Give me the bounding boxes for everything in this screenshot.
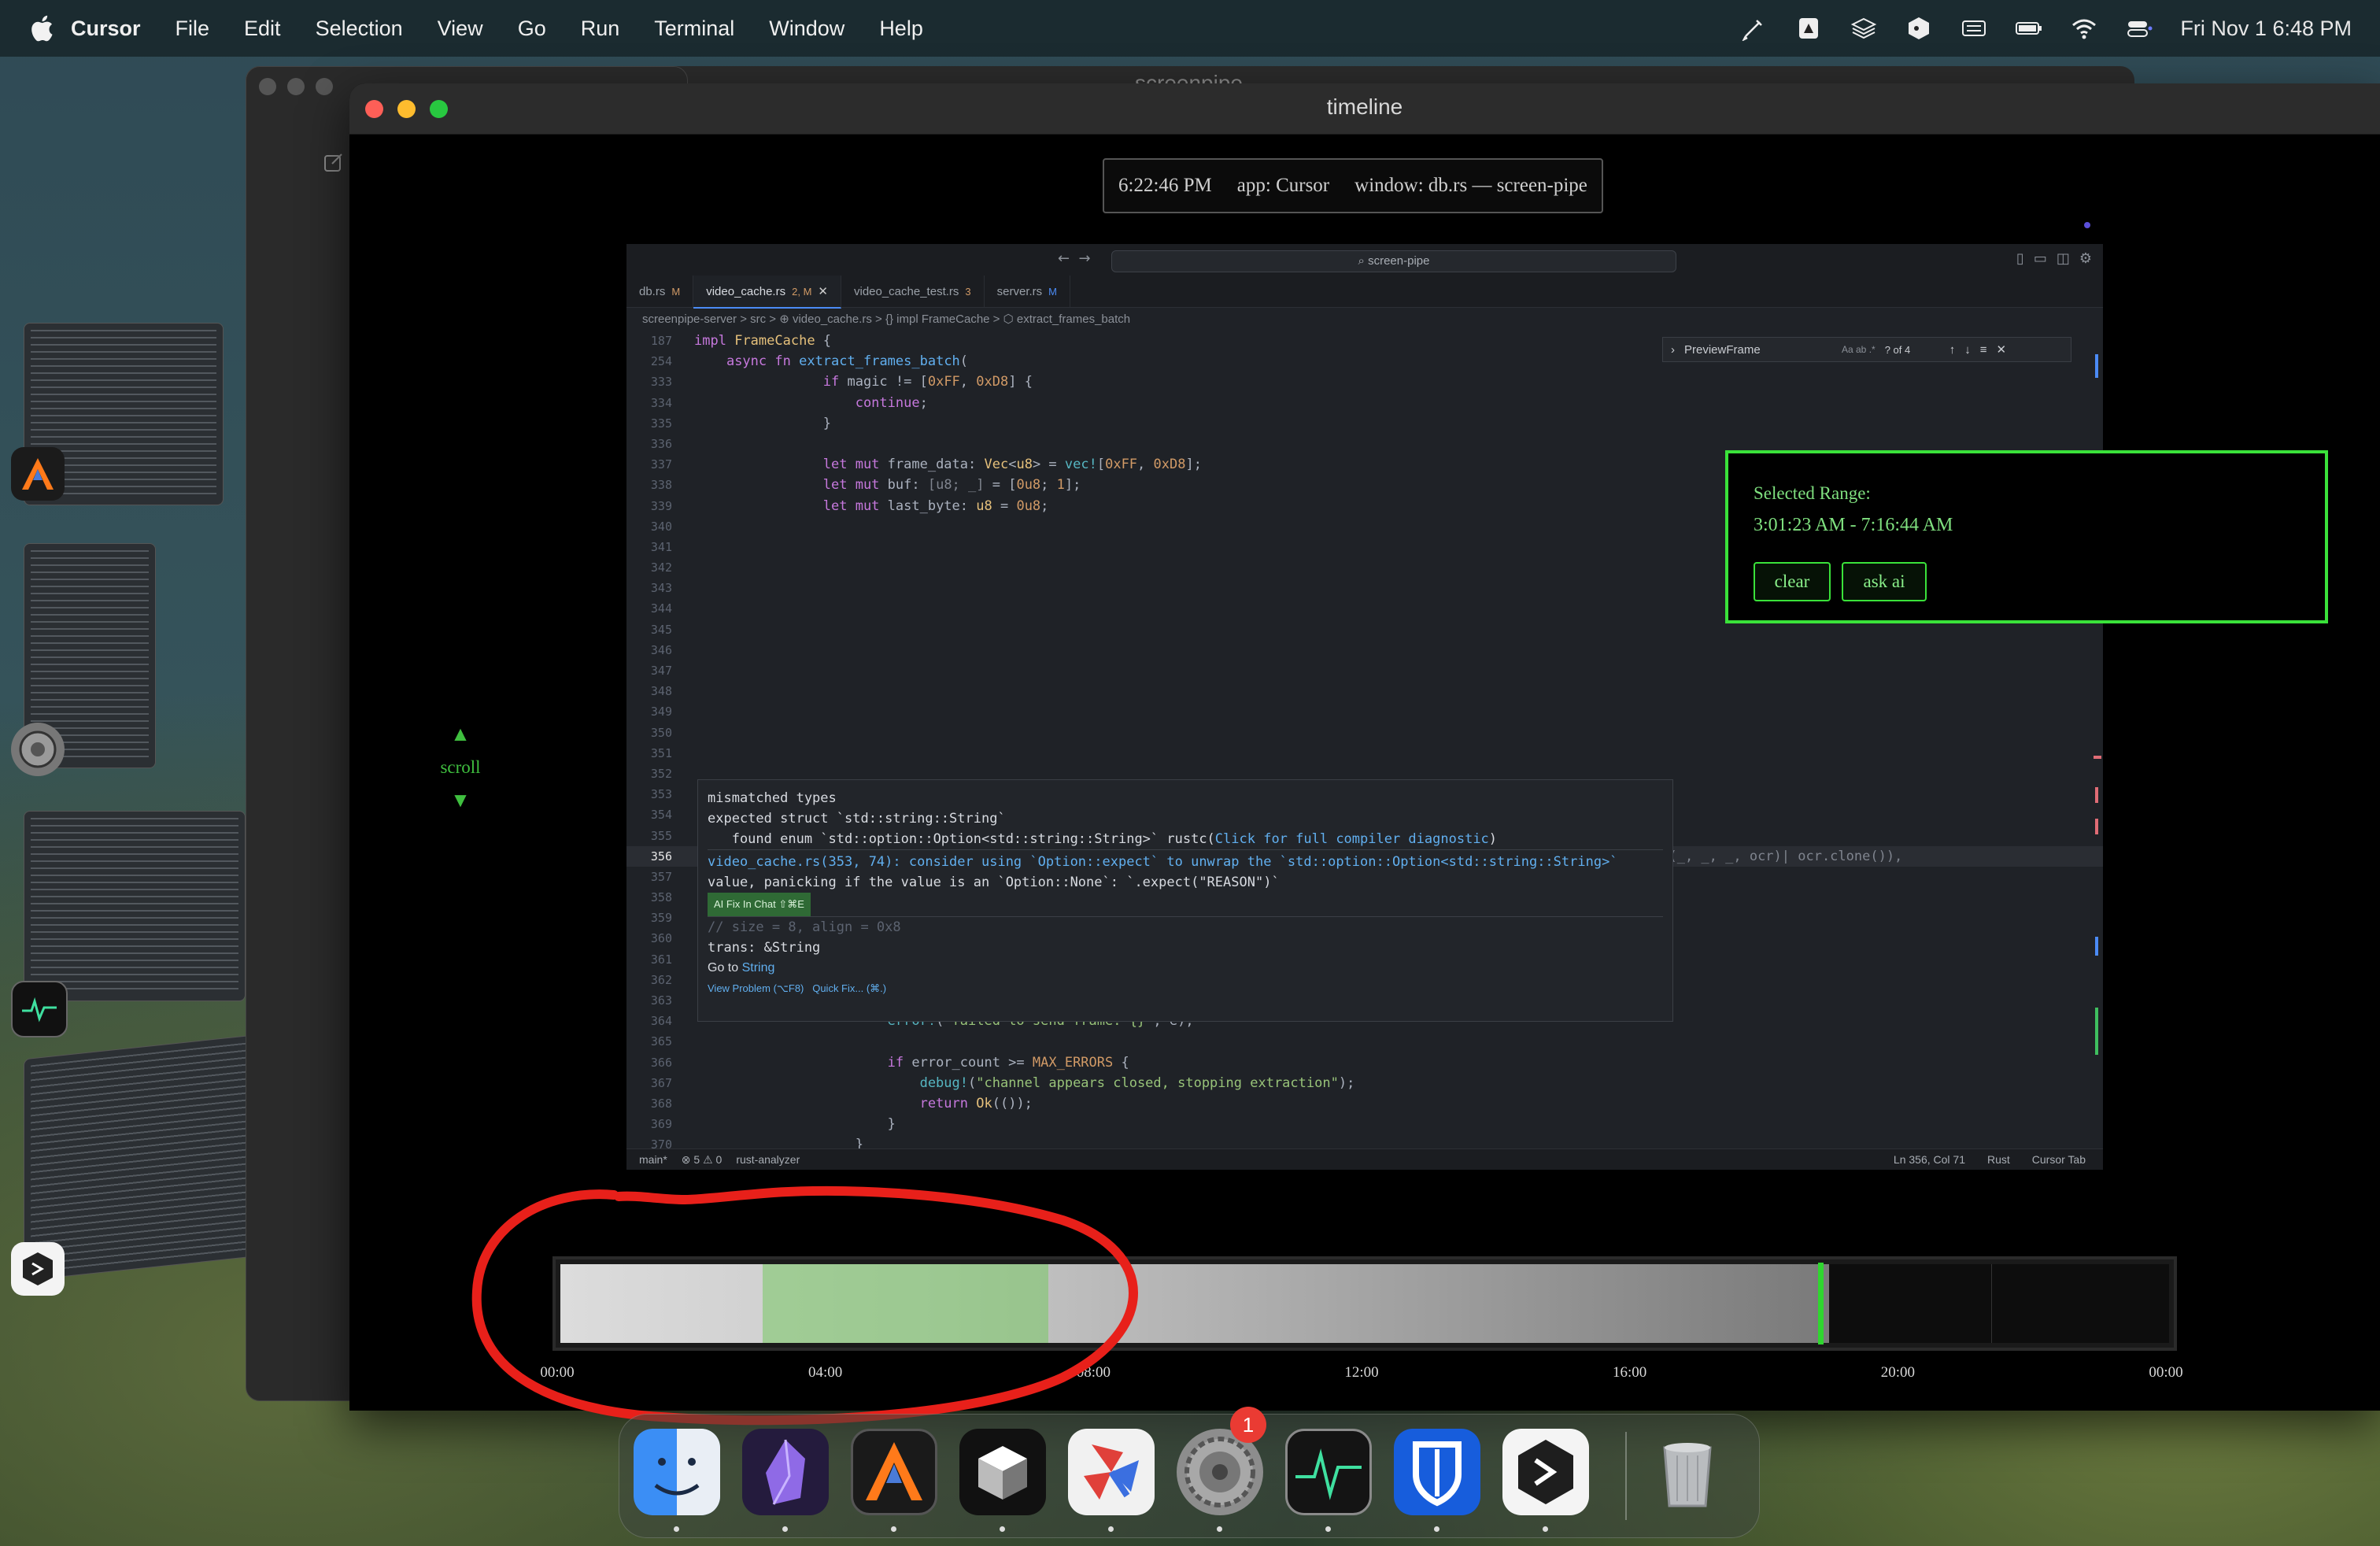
running-indicator	[1108, 1526, 1114, 1532]
menu-bar: Cursor File Edit Selection View Go Run T…	[0, 0, 2380, 57]
timeline-window: timeline 6:22:46 PM app: Cursor window: …	[349, 83, 2380, 1411]
ide-command-search: ⌕ screen-pipe	[1111, 250, 1676, 272]
timeline-tick-label: 20:00	[1880, 1364, 1915, 1381]
menu-window[interactable]: Window	[769, 17, 844, 41]
timeline-tick-label: 16:00	[1613, 1364, 1647, 1381]
scroll-control: ▲ scroll ▼	[425, 723, 496, 812]
running-indicator	[674, 1526, 679, 1532]
running-indicator	[1434, 1526, 1439, 1532]
screenpipe-app-icon[interactable]	[11, 1242, 65, 1296]
cursor-app-icon[interactable]	[11, 447, 65, 501]
cube-icon[interactable]	[959, 1429, 1046, 1515]
language-server: rust-analyzer	[736, 1152, 800, 1166]
ide-breadcrumb: screenpipe-server > src > ⊕ video_cache.…	[642, 313, 1131, 326]
timeline-tick-label: 00:00	[2149, 1364, 2183, 1381]
captured-frame-image: ← → ⌕ screen-pipe ▯ ▭ ◫ ⚙ db.rs M video_cach…	[626, 244, 2103, 1170]
timeline-window-titlebar: timeline	[349, 83, 2380, 135]
timeline-future-region	[1829, 1264, 2169, 1343]
timeline-bar[interactable]	[552, 1256, 2177, 1351]
cursor-position: Ln 356, Col 71	[1893, 1153, 1965, 1166]
menu-run[interactable]: Run	[581, 17, 620, 41]
keyboard-icon[interactable]	[1960, 16, 1988, 41]
frame-timestamp: 6:22:46 PM	[1118, 175, 1212, 196]
battery-icon[interactable]	[2015, 16, 2043, 41]
selected-range-panel: Selected Range: 3:01:23 AM - 7:16:44 AM …	[1725, 450, 2328, 623]
indicator-dot	[2084, 222, 2090, 228]
ask-ai-button[interactable]: ask ai	[1842, 562, 1927, 601]
git-branch: main*	[639, 1152, 667, 1166]
wifi-icon[interactable]	[2070, 16, 2098, 41]
timeline-recorded-region[interactable]	[560, 1264, 1829, 1343]
menu-app-name[interactable]: Cursor	[71, 17, 141, 41]
pen-tool-icon[interactable]	[1739, 16, 1768, 41]
drive-icon[interactable]	[1794, 16, 1823, 41]
ide-tab: video_cache_test.rs 3	[841, 276, 985, 307]
running-indicator	[1543, 1526, 1548, 1532]
compiler-diagnostic-popup: mismatched types expected struct `std::s…	[697, 779, 1673, 1022]
menu-bar-status-area: Fri Nov 1 6:48 PM	[1739, 0, 2352, 57]
settings-notification-badge: 1	[1230, 1407, 1266, 1443]
menu-view[interactable]: View	[438, 17, 483, 41]
menu-edit[interactable]: Edit	[244, 17, 281, 41]
selected-range-value: 3:01:23 AM - 7:16:44 AM	[1754, 515, 1953, 535]
problems-count: ⊗ 5 ⚠ 0	[681, 1152, 722, 1166]
activity-monitor-icon[interactable]	[1285, 1429, 1372, 1515]
frame-window: window: db.rs — screen-pipe	[1354, 175, 1587, 196]
menu-terminal[interactable]: Terminal	[654, 17, 734, 41]
timeline-selection[interactable]	[763, 1264, 1048, 1343]
screenpipe-icon[interactable]	[1502, 1429, 1589, 1515]
bitwarden-icon[interactable]	[1394, 1429, 1480, 1515]
scroll-up-arrow-icon[interactable]: ▲	[425, 723, 496, 746]
ide-layout-icons: ▯ ▭ ◫ ⚙	[2016, 250, 2092, 267]
timeline-tick-label: 08:00	[1076, 1364, 1111, 1381]
timeline-tick-label: 04:00	[808, 1364, 843, 1381]
menu-file[interactable]: File	[176, 17, 210, 41]
running-indicator	[891, 1526, 896, 1532]
ide-status-bar: main* ⊗ 5 ⚠ 0 rust-analyzer Ln 356, Col …	[626, 1148, 2103, 1170]
frame-app: app: Cursor	[1236, 175, 1330, 196]
scroll-label: scroll	[440, 757, 481, 777]
running-indicator	[1325, 1526, 1331, 1532]
background-window-controls	[259, 78, 333, 95]
finder-icon[interactable]	[634, 1429, 720, 1515]
frame-metadata-header: 6:22:46 PM app: Cursor window: db.rs — s…	[1103, 158, 1603, 213]
running-indicator	[1217, 1526, 1222, 1532]
menu-bar-clock[interactable]: Fri Nov 1 6:48 PM	[2180, 17, 2352, 41]
menu-selection[interactable]: Selection	[316, 17, 403, 41]
timeline-tick-label: 00:00	[540, 1364, 575, 1381]
ide-nav-arrows: ← →	[1058, 250, 1091, 267]
timeline-playhead[interactable]	[1818, 1263, 1824, 1344]
running-indicator	[1000, 1526, 1005, 1532]
menu-go[interactable]: Go	[518, 17, 546, 41]
screenpipe-status-icon[interactable]	[1905, 16, 1933, 41]
stage-thumbnail-activity-monitor[interactable]	[24, 811, 246, 1001]
scroll-down-arrow-icon[interactable]: ▼	[425, 789, 496, 812]
ide-tab-bar: db.rs M video_cache.rs 2, M ✕ video_cache_t…	[626, 276, 2103, 309]
ide-tab-active: video_cache.rs 2, M ✕	[693, 276, 841, 309]
layers-icon[interactable]	[1850, 16, 1878, 41]
activity-monitor-app-icon[interactable]	[11, 981, 68, 1037]
ide-tab: db.rs M	[626, 276, 694, 307]
dock: 1	[619, 1407, 1760, 1538]
menu-help[interactable]: Help	[879, 17, 923, 41]
ide-tab: server.rs M	[985, 276, 1070, 307]
running-indicator	[782, 1526, 788, 1532]
ai-fix-button: AI Fix In Chat ⇧⌘E	[708, 893, 811, 916]
window-title: timeline	[1326, 94, 1403, 119]
clear-button[interactable]: clear	[1754, 562, 1831, 601]
cursor-tab-mode: Cursor Tab	[2031, 1153, 2086, 1166]
trash-icon[interactable]	[1644, 1429, 1731, 1515]
control-center-icon[interactable]	[2125, 16, 2153, 41]
system-settings-app-icon[interactable]	[11, 723, 65, 776]
obsidian-icon[interactable]	[742, 1429, 829, 1515]
timeline-tick-label: 12:00	[1344, 1364, 1379, 1381]
compose-icon[interactable]	[323, 151, 345, 173]
dock-separator	[1625, 1432, 1627, 1520]
cursor-icon[interactable]	[851, 1429, 937, 1515]
selected-range-label: Selected Range:	[1754, 483, 1871, 503]
ide-title-bar: ← → ⌕ screen-pipe ▯ ▭ ◫ ⚙	[626, 244, 2103, 276]
apple-logo-icon[interactable]	[30, 14, 54, 43]
pinwheel-icon[interactable]	[1068, 1429, 1155, 1515]
language-mode: Rust	[1986, 1153, 2010, 1166]
